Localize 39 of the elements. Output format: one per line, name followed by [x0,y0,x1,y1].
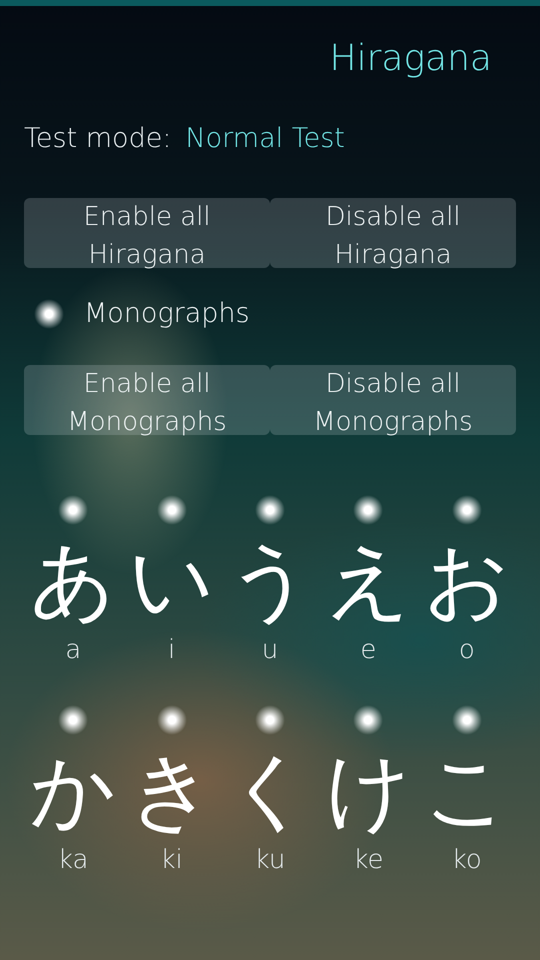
test-mode-label: Test mode: [24,123,172,154]
switch-indicator-icon[interactable] [254,495,285,525]
section-switch-label: Monographs [84,298,250,329]
switch-indicator-icon[interactable] [34,298,64,328]
kana-character: か [30,740,116,841]
romaji-label: e [360,635,376,665]
disable-all-button[interactable]: Disable all Monographs [270,365,516,435]
disable-all-button[interactable]: Disable all Hiragana [270,198,516,268]
switch-indicator-icon[interactable] [156,495,187,525]
kana-character: お [424,530,510,631]
romaji-label: u [262,635,278,665]
switch-indicator-icon[interactable] [452,705,482,735]
kana-character: け [325,740,412,841]
kana-character: く [226,740,313,841]
enable-all-button[interactable]: Enable all Hiragana [24,198,270,268]
enable-all-button[interactable]: Enable all Monographs [24,365,270,435]
romaji-label: ku [254,845,286,875]
test-mode-value[interactable]: Normal Test [185,123,345,154]
switch-indicator-icon[interactable] [254,705,285,735]
kana-character: い [128,530,215,631]
page-title: Hiragana [330,38,492,79]
kana-character: え [325,530,412,631]
kana-character: き [128,740,215,841]
switch-indicator-icon[interactable] [353,495,384,525]
switch-indicator-icon[interactable] [58,705,88,735]
switch-indicator-icon[interactable] [353,705,384,735]
switch-indicator-icon[interactable] [58,495,88,525]
romaji-label: ke [353,845,384,875]
kana-character: こ [424,740,510,841]
switch-indicator-icon[interactable] [452,495,482,525]
romaji-label: ki [160,845,183,875]
romaji-label: i [168,635,176,665]
switch-indicator-icon[interactable] [156,705,187,735]
romaji-label: o [458,635,475,665]
kana-character: う [226,530,313,631]
kana-character: あ [30,530,116,631]
romaji-label: a [65,635,82,665]
romaji-label: ko [452,845,482,875]
romaji-label: ka [58,845,88,875]
